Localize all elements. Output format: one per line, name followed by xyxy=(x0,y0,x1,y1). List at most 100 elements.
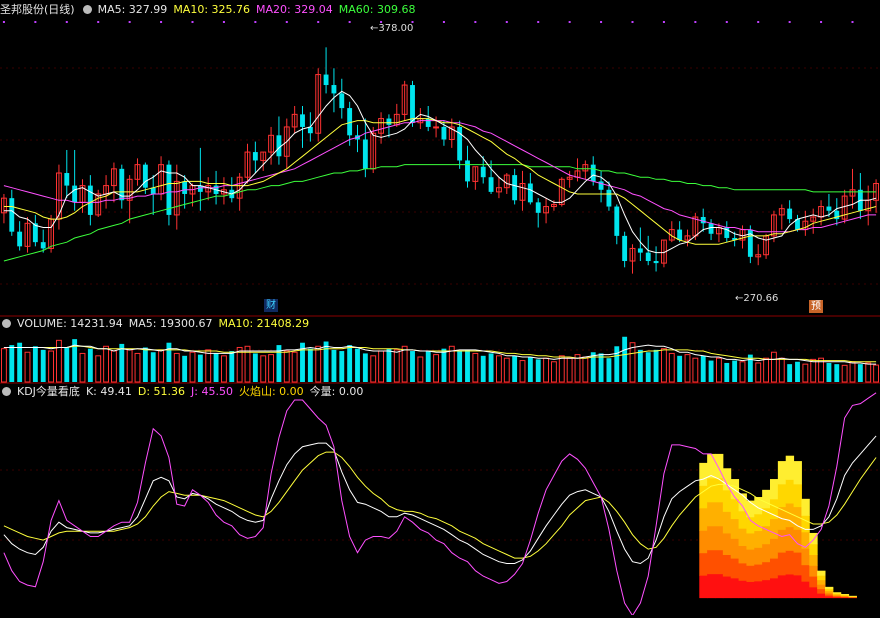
volume-bar-up xyxy=(291,351,298,383)
event-dot xyxy=(537,21,540,23)
candle-body-down xyxy=(590,164,596,182)
volume-bar-up xyxy=(401,345,408,383)
volume-bar-up xyxy=(103,345,110,383)
volume-bar-up xyxy=(24,351,31,383)
volume-bar-down xyxy=(795,361,800,382)
ma5-readout: MA5: 327.99 xyxy=(97,3,168,16)
candle-body-down xyxy=(9,198,15,232)
fire-mountain-block xyxy=(777,552,787,576)
high-price-label: ←378.00 xyxy=(370,23,414,34)
candle-body-down xyxy=(480,166,486,178)
event-dot xyxy=(788,21,791,23)
event-dot xyxy=(442,21,445,23)
event-dot xyxy=(820,21,823,23)
volume-bar-up xyxy=(543,357,550,383)
d-readout: D: 51.36 xyxy=(137,385,186,398)
fire-mountain-block xyxy=(715,573,724,599)
stock-name[interactable]: 圣邦股份(日线) xyxy=(0,3,75,16)
fire-mountain-block xyxy=(801,548,810,566)
fire-mountain-block xyxy=(770,518,779,539)
fire-mountain-block xyxy=(832,592,842,594)
settings-dot-icon[interactable] xyxy=(2,387,11,396)
volume-bar-up xyxy=(873,364,880,383)
candle-body-down xyxy=(40,242,46,249)
fire-mountain-block xyxy=(707,525,716,551)
volume-bar-up xyxy=(205,349,212,383)
volume-bar-up xyxy=(865,362,872,383)
candle-body-down xyxy=(276,135,282,157)
fire-mountain-block xyxy=(777,483,787,508)
candle-body-down xyxy=(826,206,832,211)
volume-bar-down xyxy=(598,353,604,382)
volume-bar-up xyxy=(550,361,557,383)
settings-dot-icon[interactable] xyxy=(82,5,92,14)
event-dot xyxy=(222,21,225,23)
fire-mountain-block xyxy=(809,586,818,599)
kdj-name[interactable]: KDJ今量看底 xyxy=(17,385,80,398)
fire-mountain-block xyxy=(817,570,826,576)
event-dot xyxy=(757,21,760,23)
fire-mountain-block xyxy=(699,485,708,509)
volume-bar-up xyxy=(715,357,722,383)
volume-bar-up xyxy=(472,352,479,383)
fire-mountain-block xyxy=(793,552,802,576)
candle-body-down xyxy=(700,217,706,224)
fire-mountain-block xyxy=(785,479,795,504)
candle-body-down xyxy=(410,85,415,123)
volume-bar-down xyxy=(535,359,541,382)
candle-body-down xyxy=(87,185,93,215)
volume-ma5-readout: MA5: 19300.67 xyxy=(128,317,213,330)
volume-bar-down xyxy=(457,351,463,382)
candle-body-up xyxy=(433,126,440,129)
fire-mountain-block xyxy=(848,595,857,597)
fire-mountain-block xyxy=(746,549,755,566)
volume-bar-up xyxy=(519,360,526,383)
event-dot xyxy=(317,21,320,23)
volume-bar-up xyxy=(810,358,817,383)
fire-mountain-block xyxy=(707,573,716,599)
candle-body-down xyxy=(300,114,305,127)
chart-stage: 圣邦股份(日线) MA5: 327.99 MA10: 325.76 MA20: 329… xyxy=(0,0,880,617)
volume-bar-down xyxy=(724,362,730,382)
fire-mountain-block xyxy=(730,538,740,559)
forecast-marker[interactable]: 预 xyxy=(809,300,823,313)
volume-bar-up xyxy=(763,357,770,383)
event-dot xyxy=(600,21,603,23)
volume-bar-down xyxy=(40,349,46,382)
fire-mountain-block xyxy=(699,507,708,531)
volume-bar-down xyxy=(441,348,447,382)
candle-body-down xyxy=(386,118,392,125)
volume-bar-up xyxy=(739,361,746,383)
settings-dot-icon[interactable] xyxy=(2,319,11,328)
financial-report-marker[interactable]: 财 xyxy=(264,299,278,312)
volume-bar-down xyxy=(87,348,93,382)
volume-bar-down xyxy=(142,347,148,382)
event-dot xyxy=(662,21,665,23)
volume-bar-up xyxy=(158,349,165,383)
volume-bar-down xyxy=(9,345,15,382)
candle-body-down xyxy=(708,223,714,234)
low-price-label: ←270.66 xyxy=(735,293,779,304)
volume-header: VOLUME: 14231.94 MA5: 19300.67 MA10: 21408… xyxy=(0,317,315,331)
fire-mountain-block xyxy=(809,554,818,566)
fire-mountain-block xyxy=(699,462,708,486)
volume-bar-down xyxy=(527,357,533,382)
fire-mountain-block xyxy=(738,510,747,529)
volume-bar-up xyxy=(393,349,400,383)
fire-mountain-block xyxy=(722,532,732,556)
fire-mountain-block xyxy=(746,581,755,599)
candle-body-down xyxy=(677,229,683,241)
fire-mountain-block xyxy=(762,561,771,581)
chart-canvas xyxy=(0,21,880,617)
fire-mountain-block xyxy=(730,577,740,599)
fire-mountain-block xyxy=(809,543,818,556)
fire-mountain-block xyxy=(699,575,708,599)
volume-bar-up xyxy=(48,350,55,383)
fire-mountain-block xyxy=(754,580,763,599)
fire-mountain-block xyxy=(707,549,716,575)
fire-mountain-block xyxy=(793,461,802,485)
volume-bar-down xyxy=(331,349,337,382)
fire-mountain-block xyxy=(817,575,826,581)
price-header: 圣邦股份(日线) MA5: 327.99 MA10: 325.76 MA20: 329… xyxy=(0,3,421,17)
volume-ma10-readout: MA10: 21408.29 xyxy=(218,317,310,330)
